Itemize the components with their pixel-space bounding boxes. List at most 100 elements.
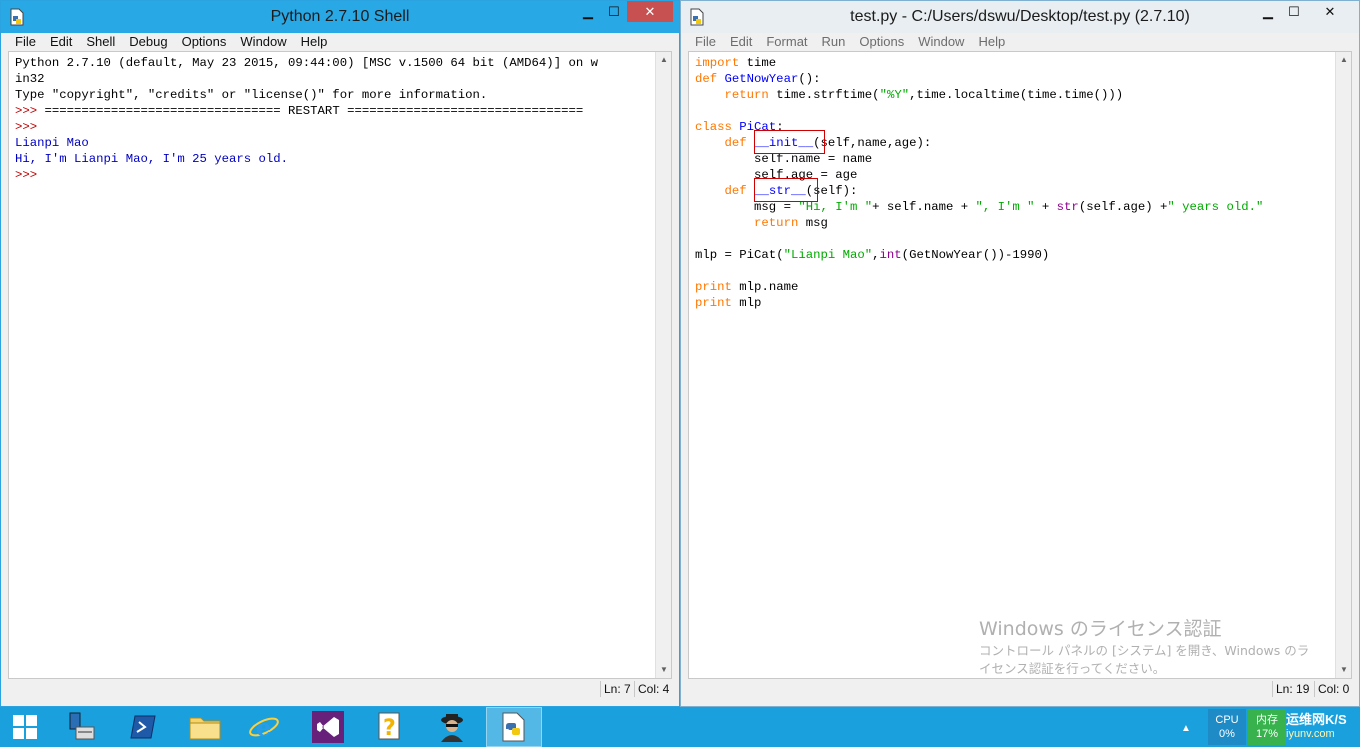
code-token: time: [1064, 88, 1094, 102]
start-button[interactable]: [0, 707, 50, 747]
activation-watermark-line: イセンス認証を行ってください。: [979, 661, 1166, 676]
scroll-up-icon[interactable]: ▲: [656, 52, 671, 68]
shell-statusbar: Ln: 7 Col: 4: [8, 679, 672, 699]
scroll-down-icon[interactable]: ▼: [1336, 662, 1351, 678]
code-token: msg: [805, 216, 828, 230]
menu-debug[interactable]: Debug: [122, 33, 174, 51]
spy-icon: [441, 714, 463, 742]
str-highlight-box: [754, 178, 818, 202]
menu-format[interactable]: Format: [759, 33, 814, 51]
code-keyword: def: [695, 72, 718, 86]
code-keyword: print: [695, 280, 732, 294]
scroll-down-icon[interactable]: ▼: [656, 662, 671, 678]
code-string: " years old.": [1167, 200, 1264, 214]
menu-window[interactable]: Window: [233, 33, 293, 51]
editor-text-area[interactable]: import time def GetNowYear(): return time…: [688, 51, 1352, 679]
code-token: age: [835, 168, 858, 182]
shell-restart-line: >>> ================================ RES…: [15, 103, 598, 119]
code-line: import time: [695, 55, 1263, 71]
shell-line: Python 2.7.10 (default, May 23 2015, 09:…: [15, 56, 598, 70]
taskbar-spy-app[interactable]: [424, 707, 480, 747]
taskbar-server-manager[interactable]: [55, 707, 107, 747]
shell-scrollbar[interactable]: ▲ ▼: [655, 52, 671, 678]
menu-run[interactable]: Run: [815, 33, 853, 51]
folder-icon: [189, 717, 221, 740]
code-token: PiCat: [739, 248, 777, 262]
taskbar-powershell[interactable]: [117, 707, 169, 747]
code-string: "Hi, I'm ": [798, 200, 873, 214]
shell-window: Python 2.7.10 Shell ▁ ☐ ✕ File Edit Shel…: [0, 0, 680, 707]
code-token: self: [1086, 200, 1116, 214]
menu-options[interactable]: Options: [852, 33, 911, 51]
menu-shell[interactable]: Shell: [79, 33, 122, 51]
code-keyword: def: [724, 136, 747, 150]
internet-explorer-icon: e: [249, 713, 279, 742]
memory-meter[interactable]: 内存 17%: [1248, 709, 1286, 745]
code-token: age: [1123, 200, 1146, 214]
maximize-icon: ☐: [1288, 3, 1300, 19]
cpu-value: 0%: [1219, 728, 1235, 740]
code-token: .: [783, 152, 791, 166]
code-token: time: [916, 88, 947, 102]
editor-window: test.py - C:/Users/dswu/Desktop/test.py …: [680, 0, 1360, 707]
code-line: return msg: [695, 215, 1263, 231]
code-string: ", I'm ": [975, 200, 1035, 214]
shell-titlebar[interactable]: Python 2.7.10 Shell ▁ ☐ ✕: [1, 1, 679, 33]
menu-file[interactable]: File: [8, 33, 43, 51]
minimize-button[interactable]: ▁: [575, 1, 601, 22]
maximize-button[interactable]: ☐: [1281, 1, 1307, 22]
editor-titlebar[interactable]: test.py - C:/Users/dswu/Desktop/test.py …: [681, 1, 1359, 33]
maximize-button[interactable]: ☐: [601, 1, 627, 22]
menu-edit[interactable]: Edit: [723, 33, 759, 51]
memory-label: 内存: [1256, 714, 1278, 726]
maximize-icon: ☐: [608, 3, 620, 19]
code-token: name: [923, 200, 954, 214]
code-keyword: return: [724, 88, 769, 102]
activation-watermark-line: コントロール パネルの [システム] を開き、Windows のラ: [979, 643, 1310, 658]
shell-text-area[interactable]: Python 2.7.10 (default, May 23 2015, 09:…: [8, 51, 672, 679]
code-token: name: [790, 152, 821, 166]
menu-options[interactable]: Options: [175, 33, 234, 51]
code-builtin: str: [1056, 200, 1079, 214]
code-line: print mlp.name: [695, 279, 1263, 295]
menu-edit[interactable]: Edit: [43, 33, 79, 51]
minimize-icon: ▁: [583, 3, 593, 19]
taskbar-file-explorer[interactable]: [179, 707, 231, 747]
taskbar-visual-studio[interactable]: [300, 707, 356, 747]
code-keyword: class: [695, 120, 732, 134]
taskbar-python-idle[interactable]: [486, 707, 542, 747]
code-token: (: [901, 248, 910, 262]
minimize-button[interactable]: ▁: [1255, 1, 1281, 22]
editor-scrollbar[interactable]: ▲ ▼: [1335, 52, 1351, 678]
status-column: Col: 4: [634, 681, 669, 697]
code-token: ):: [842, 184, 858, 198]
menu-file[interactable]: File: [688, 33, 723, 51]
code-token: .: [761, 280, 769, 294]
taskbar-internet-explorer[interactable]: e: [238, 707, 290, 747]
scroll-up-icon[interactable]: ▲: [1336, 52, 1351, 68]
tray-expand-icon[interactable]: ▲: [1176, 709, 1196, 745]
taskbar-help[interactable]: ?: [362, 707, 418, 747]
code-token: =: [776, 200, 799, 214]
close-button[interactable]: ✕: [627, 1, 673, 22]
close-button[interactable]: ✕: [1307, 1, 1353, 22]
code-token: time: [776, 88, 806, 102]
menu-window[interactable]: Window: [911, 33, 971, 51]
shell-line: Type "copyright", "credits" or "license(…: [15, 88, 488, 102]
code-token: time: [746, 56, 777, 70]
windows-logo-icon: [13, 715, 37, 739]
code-token: ) +: [1145, 200, 1168, 214]
menu-help[interactable]: Help: [294, 33, 335, 51]
editor-statusbar: Ln: 19 Col: 0: [688, 679, 1352, 699]
activation-watermark-title: Windows のライセンス認証: [979, 618, 1222, 640]
menu-help[interactable]: Help: [971, 33, 1012, 51]
code-definition: GetNowYear: [724, 72, 799, 86]
cpu-meter[interactable]: CPU 0%: [1208, 709, 1246, 745]
code-token: ())-1990): [982, 248, 1050, 262]
